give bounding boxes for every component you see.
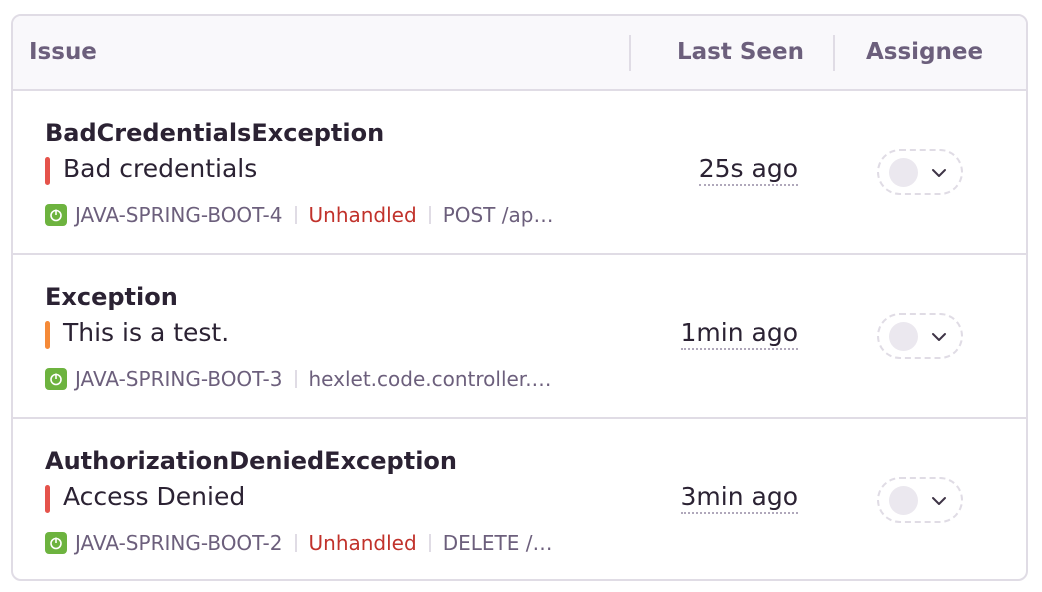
issue-row[interactable]: BadCredentialsException Bad credentials … — [13, 91, 1026, 255]
meta-separator — [294, 206, 297, 224]
table-header: Issue Last Seen Assignee — [13, 16, 1026, 91]
column-header-last-seen[interactable]: Last Seen — [677, 16, 804, 89]
issue-row[interactable]: AuthorizationDeniedException Access Deni… — [13, 419, 1026, 579]
meta-separator — [428, 206, 431, 224]
issue-culprit: POST /ap… — [442, 203, 554, 227]
issue-message: This is a test. — [63, 318, 230, 347]
issue-title[interactable]: AuthorizationDeniedException — [45, 447, 457, 475]
last-seen-time[interactable]: 25s ago — [698, 156, 798, 186]
column-header-assignee[interactable]: Assignee — [866, 16, 983, 89]
unhandled-badge: Unhandled — [308, 531, 417, 555]
spring-boot-icon — [45, 368, 67, 390]
chevron-down-icon — [932, 333, 946, 341]
level-indicator — [45, 321, 50, 349]
last-seen-time[interactable]: 3min ago — [680, 484, 798, 514]
project-short-id[interactable]: JAVA-SPRING-BOOT-3 — [75, 367, 283, 391]
avatar — [889, 486, 918, 515]
chevron-down-icon — [932, 169, 946, 177]
level-indicator — [45, 157, 50, 185]
assignee-selector[interactable] — [877, 477, 963, 523]
issue-title[interactable]: Exception — [45, 283, 178, 311]
avatar — [889, 322, 918, 351]
issue-meta: JAVA-SPRING-BOOT-4 Unhandled POST /ap… — [45, 202, 553, 228]
unhandled-badge: Unhandled — [308, 203, 417, 227]
spring-boot-icon — [45, 532, 67, 554]
meta-separator — [294, 534, 297, 552]
column-divider — [629, 35, 631, 71]
issue-culprit: hexlet.code.controller.… — [308, 367, 552, 391]
issues-table: Issue Last Seen Assignee BadCredentialsE… — [11, 14, 1028, 581]
last-seen-time[interactable]: 1min ago — [680, 320, 798, 350]
meta-separator — [294, 370, 297, 388]
issue-culprit: DELETE /… — [442, 531, 553, 555]
avatar — [889, 158, 918, 187]
chevron-down-icon — [932, 497, 946, 505]
issue-meta: JAVA-SPRING-BOOT-3 hexlet.code.controlle… — [45, 366, 552, 392]
issue-meta: JAVA-SPRING-BOOT-2 Unhandled DELETE /… — [45, 530, 552, 556]
column-divider — [833, 35, 835, 71]
issue-message: Bad credentials — [63, 154, 258, 183]
issue-row[interactable]: Exception This is a test. JAVA-SPRING-BO… — [13, 255, 1026, 419]
project-short-id[interactable]: JAVA-SPRING-BOOT-2 — [75, 531, 283, 555]
spring-boot-icon — [45, 204, 67, 226]
level-indicator — [45, 485, 50, 513]
issue-title[interactable]: BadCredentialsException — [45, 119, 384, 147]
column-header-issue[interactable]: Issue — [29, 16, 97, 89]
project-short-id[interactable]: JAVA-SPRING-BOOT-4 — [75, 203, 283, 227]
issue-message: Access Denied — [63, 482, 246, 511]
assignee-selector[interactable] — [877, 149, 963, 195]
meta-separator — [428, 534, 431, 552]
assignee-selector[interactable] — [877, 313, 963, 359]
